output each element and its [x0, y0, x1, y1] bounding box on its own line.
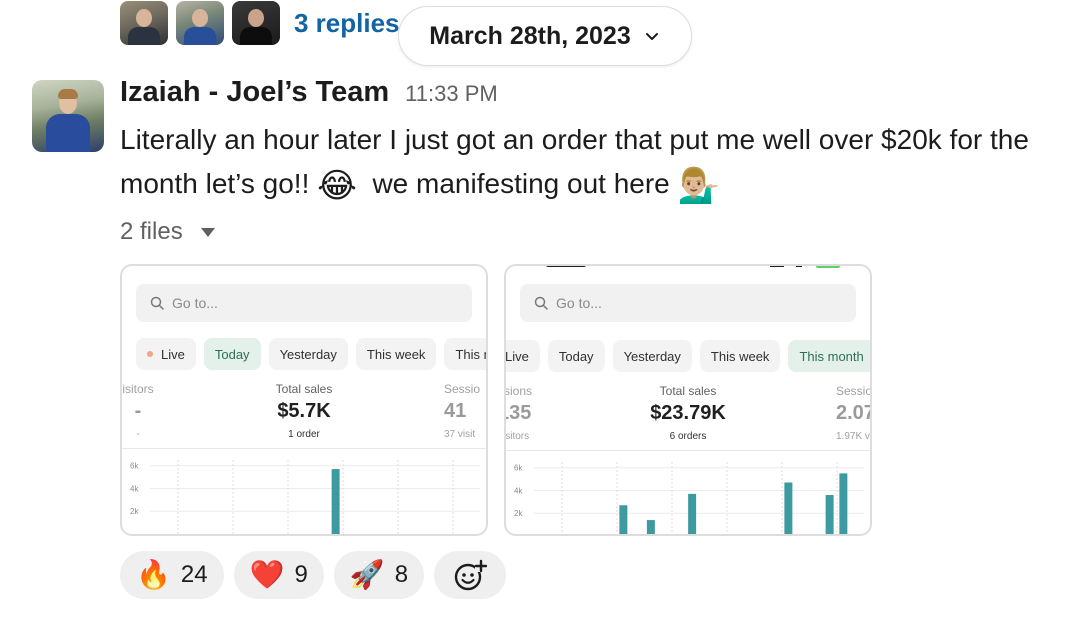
file-attachment-1[interactable]: Go to... Live Today Yesterday This week … — [120, 264, 488, 536]
search-placeholder: Go to... — [556, 295, 602, 311]
reaction-count: 24 — [180, 561, 208, 588]
tick-label: 4k — [514, 486, 523, 495]
reaction-count: 8 — [394, 561, 409, 588]
status-bar-fragment — [546, 266, 586, 267]
reaction-heart[interactable]: ❤️ 9 — [233, 551, 324, 599]
search-bar: Go to... — [520, 284, 856, 322]
reactions-bar: 🔥 24 ❤️ 9 🚀 8 — [120, 551, 507, 599]
chart-bar — [331, 469, 340, 534]
tick-label: 2k — [130, 507, 139, 516]
chevron-down-icon — [645, 33, 658, 40]
chart-bar — [839, 473, 848, 534]
battery-icon — [816, 266, 840, 268]
tab-this-month: This mor — [444, 338, 486, 370]
search-bar: Go to... — [136, 284, 472, 322]
stat-conversion: Sessio 2.07 1.97K v — [836, 384, 872, 442]
divider — [506, 450, 870, 451]
message-header: Izaiah - Joel’s Team 11:33 PM — [120, 76, 498, 109]
caret-down-icon — [200, 227, 215, 237]
chart-bar — [784, 482, 793, 534]
replies-link[interactable]: 3 replies — [294, 8, 400, 39]
reply-avatar — [120, 1, 168, 45]
chart-bar — [825, 495, 834, 534]
tab-this-week: This week — [355, 338, 437, 370]
tab-this-month: This month — [788, 340, 870, 372]
fire-icon: 🔥 — [136, 558, 171, 591]
tick-label: 6k — [514, 464, 523, 473]
message-timestamp[interactable]: 11:33 PM — [405, 81, 498, 107]
date-label: March 28th, 2023 — [429, 21, 631, 50]
tab-live: Live — [136, 338, 196, 370]
sender-avatar[interactable] — [32, 80, 104, 152]
date-range-tabs: Live Today Yesterday This week This mor — [136, 338, 486, 370]
tab-yesterday: Yesterday — [268, 338, 348, 370]
stat-visitors: isitors - - — [122, 382, 154, 440]
reaction-count: 9 — [294, 561, 308, 588]
rocket-icon: 🚀 — [349, 558, 385, 591]
sender-name[interactable]: Izaiah - Joel’s Team — [120, 76, 389, 109]
chart-bar — [646, 520, 655, 534]
message-text: Literally an hour later I just got an or… — [120, 118, 1060, 206]
live-dot-icon — [147, 351, 153, 357]
tick-label: 6k — [130, 462, 139, 471]
signal-icon — [770, 266, 784, 267]
reaction-fire[interactable]: 🔥 24 — [120, 551, 224, 599]
add-reaction-icon — [454, 559, 488, 591]
sales-bar-chart: 6k 4k 2k — [130, 460, 480, 534]
date-divider-button[interactable]: March 28th, 2023 — [398, 6, 692, 66]
tears-of-joy-emoji-icon: 😂 — [317, 165, 357, 206]
reply-avatar — [176, 1, 224, 45]
file-attachment-2[interactable]: Go to... Live Today Yesterday This week … — [504, 264, 872, 536]
message-text-part: we manifesting out here — [372, 168, 670, 199]
search-icon — [534, 296, 548, 310]
files-toggle[interactable]: 2 files — [120, 218, 215, 246]
chart-bar — [619, 505, 628, 534]
search-placeholder: Go to... — [172, 295, 218, 311]
tab-today: Today — [547, 340, 605, 372]
tab-this-week: This week — [699, 340, 781, 372]
stat-sessions: ssions 135 visitors — [504, 384, 533, 442]
reaction-rocket[interactable]: 🚀 8 — [333, 551, 425, 599]
wifi-icon — [796, 266, 802, 267]
chart-bar — [688, 493, 697, 534]
tick-label: 4k — [130, 484, 139, 493]
divider — [122, 448, 486, 449]
add-reaction-button[interactable] — [434, 551, 507, 599]
stat-total-sales: Total sales $23.79K 6 orders — [650, 384, 726, 442]
stat-total-sales: Total sales $5.7K 1 order — [275, 382, 333, 440]
tipping-hand-emoji-icon: 💁🏼‍♂️ — [677, 165, 720, 206]
tab-yesterday: Yesterday — [612, 340, 692, 372]
tab-live: Live — [506, 340, 540, 372]
stat-sessions: Sessio 41 37 visit — [444, 382, 481, 440]
tab-today: Today — [203, 338, 261, 370]
thread-replies[interactable]: 3 replies — [120, 0, 400, 46]
search-icon — [150, 296, 164, 310]
heart-icon: ❤️ — [249, 558, 285, 591]
sales-bar-chart: 6k 4k 2k — [514, 462, 864, 534]
reply-avatar — [232, 1, 280, 45]
date-range-tabs: Live Today Yesterday This week This mont… — [506, 340, 870, 372]
files-count-label: 2 files — [120, 218, 183, 245]
tick-label: 2k — [514, 509, 523, 518]
